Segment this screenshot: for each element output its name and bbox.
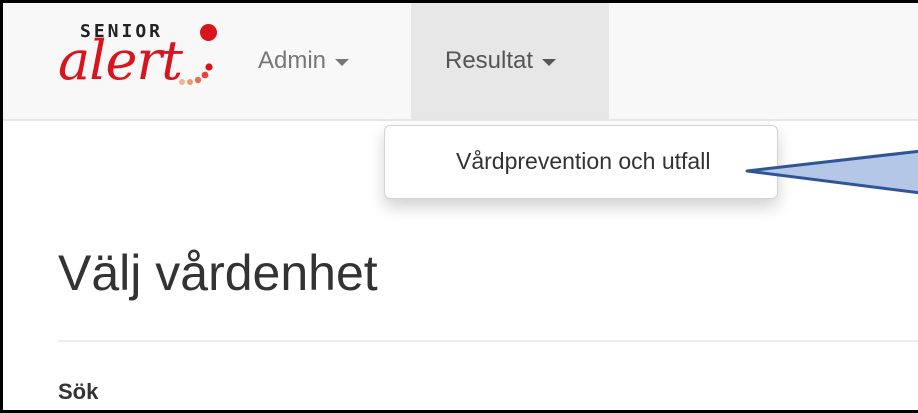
- menu-item-vardprevention[interactable]: Vårdprevention och utfall: [456, 148, 710, 175]
- logo-red-dot: [200, 24, 217, 41]
- navbar: SENIOR alert Admin Resultat: [3, 3, 918, 121]
- nav-admin[interactable]: Admin: [258, 3, 350, 119]
- page-title: Välj vårdenhet: [58, 245, 378, 301]
- browser-frame: SENIOR alert Admin Resultat Vårdpreventi…: [0, 0, 918, 413]
- logo-alert-text: alert: [58, 29, 183, 92]
- senior-alert-logo[interactable]: SENIOR alert: [58, 21, 248, 101]
- callout-pointer: [745, 149, 918, 195]
- caret-down-icon: [542, 59, 557, 66]
- nav-resultat[interactable]: Resultat: [411, 3, 609, 119]
- caret-down-icon: [335, 59, 350, 66]
- search-label: Sök: [58, 379, 99, 404]
- nav-resultat-label: Resultat: [445, 47, 534, 74]
- divider: [58, 340, 918, 342]
- logo-dots-icon: [179, 63, 213, 85]
- resultat-dropdown-menu: Vårdprevention och utfall: [384, 125, 778, 199]
- nav-admin-label: Admin: [258, 47, 327, 74]
